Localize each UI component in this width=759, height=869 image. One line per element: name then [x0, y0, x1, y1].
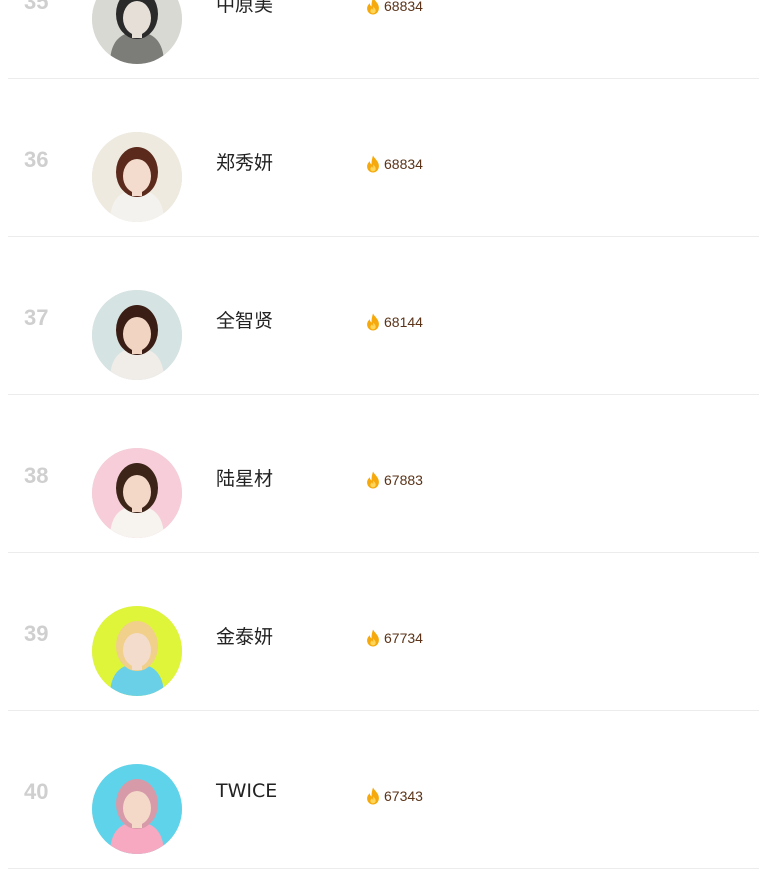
- popularity-score: 67343: [366, 787, 423, 805]
- popularity-score: 68834: [366, 0, 423, 15]
- rank-number: 40: [24, 779, 49, 804]
- flame-icon: [367, 629, 379, 647]
- score-value: 67883: [384, 472, 423, 488]
- ranking-row[interactable]: 37 全智贤 68144: [0, 237, 759, 395]
- rank-number: 36: [24, 147, 49, 172]
- score-value: 68834: [384, 156, 423, 172]
- popularity-score: 67883: [366, 471, 423, 489]
- ranking-row[interactable]: 35 中原美 68834: [0, 0, 759, 79]
- avatar-portrait: [92, 132, 182, 222]
- avatar-portrait: [92, 448, 182, 538]
- avatar-portrait: [92, 0, 182, 64]
- popularity-score: 67734: [366, 629, 423, 647]
- ranking-row[interactable]: 36 郑秀妍 68834: [0, 79, 759, 237]
- score-value: 67734: [384, 630, 423, 646]
- score-value: 68834: [384, 0, 423, 14]
- avatar[interactable]: [92, 0, 182, 64]
- flame-icon: [367, 313, 379, 331]
- celebrity-name[interactable]: 郑秀妍: [216, 148, 273, 175]
- rank-number: 39: [24, 621, 49, 646]
- celebrity-name[interactable]: 全智贤: [216, 306, 273, 333]
- score-value: 68144: [384, 314, 423, 330]
- avatar-portrait: [92, 606, 182, 696]
- celebrity-name[interactable]: 金泰妍: [216, 622, 273, 649]
- avatar-portrait: [92, 290, 182, 380]
- avatar[interactable]: [92, 764, 182, 854]
- popularity-score: 68144: [366, 313, 423, 331]
- flame-icon: [367, 471, 379, 489]
- ranking-row[interactable]: 39 金泰妍 67734: [0, 553, 759, 711]
- avatar[interactable]: [92, 290, 182, 380]
- celebrity-name[interactable]: 中原美: [216, 0, 273, 17]
- rank-number: 37: [24, 305, 49, 330]
- avatar[interactable]: [92, 132, 182, 222]
- celebrity-name[interactable]: TWICE: [216, 780, 277, 802]
- avatar-portrait: [92, 764, 182, 854]
- flame-icon: [367, 787, 379, 805]
- popularity-score: 68834: [366, 155, 423, 173]
- avatar[interactable]: [92, 606, 182, 696]
- flame-icon: [367, 0, 379, 15]
- celebrity-name[interactable]: 陆星材: [216, 464, 273, 491]
- rank-number: 35: [24, 0, 49, 14]
- ranking-row[interactable]: 40 TWICE 67343: [0, 711, 759, 869]
- flame-icon: [367, 155, 379, 173]
- ranking-list: 35 中原美 68834 36 郑秀妍 68834 37 全智贤 68144 3…: [0, 0, 759, 869]
- score-value: 67343: [384, 788, 423, 804]
- avatar[interactable]: [92, 448, 182, 538]
- ranking-row[interactable]: 38 陆星材 67883: [0, 395, 759, 553]
- rank-number: 38: [24, 463, 49, 488]
